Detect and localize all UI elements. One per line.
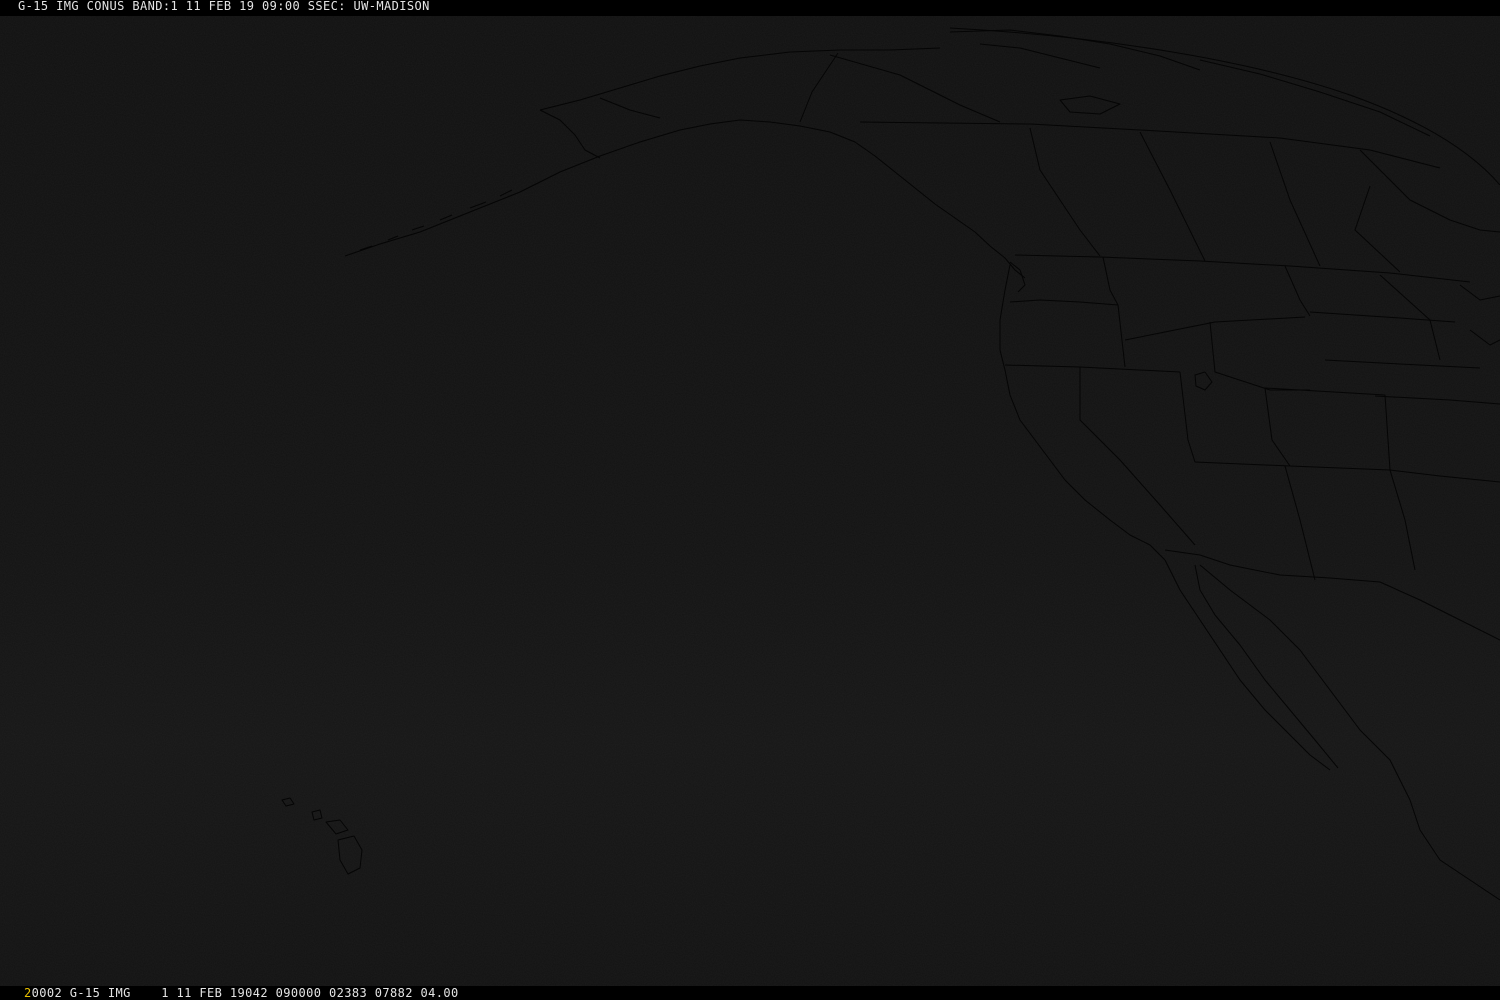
satellite-viewer: G-15 IMG CONUS BAND:1 11 FEB 19 09:00 SS… — [0, 0, 1500, 1000]
image-noise — [0, 16, 1500, 986]
footer-bar: 20002 G-15 IMG 1 11 FEB 19042 090000 023… — [0, 986, 1500, 1000]
image-info-line: 20002 G-15 IMG 1 11 FEB 19042 090000 023… — [24, 986, 459, 1000]
frame-number: 2 — [24, 986, 32, 1000]
image-title: G-15 IMG CONUS BAND:1 11 FEB 19 09:00 SS… — [18, 0, 430, 13]
header-bar: G-15 IMG CONUS BAND:1 11 FEB 19 09:00 SS… — [0, 0, 1500, 16]
image-info: 0002 G-15 IMG 1 11 FEB 19042 090000 0238… — [31, 986, 459, 1000]
satellite-image — [0, 16, 1500, 986]
